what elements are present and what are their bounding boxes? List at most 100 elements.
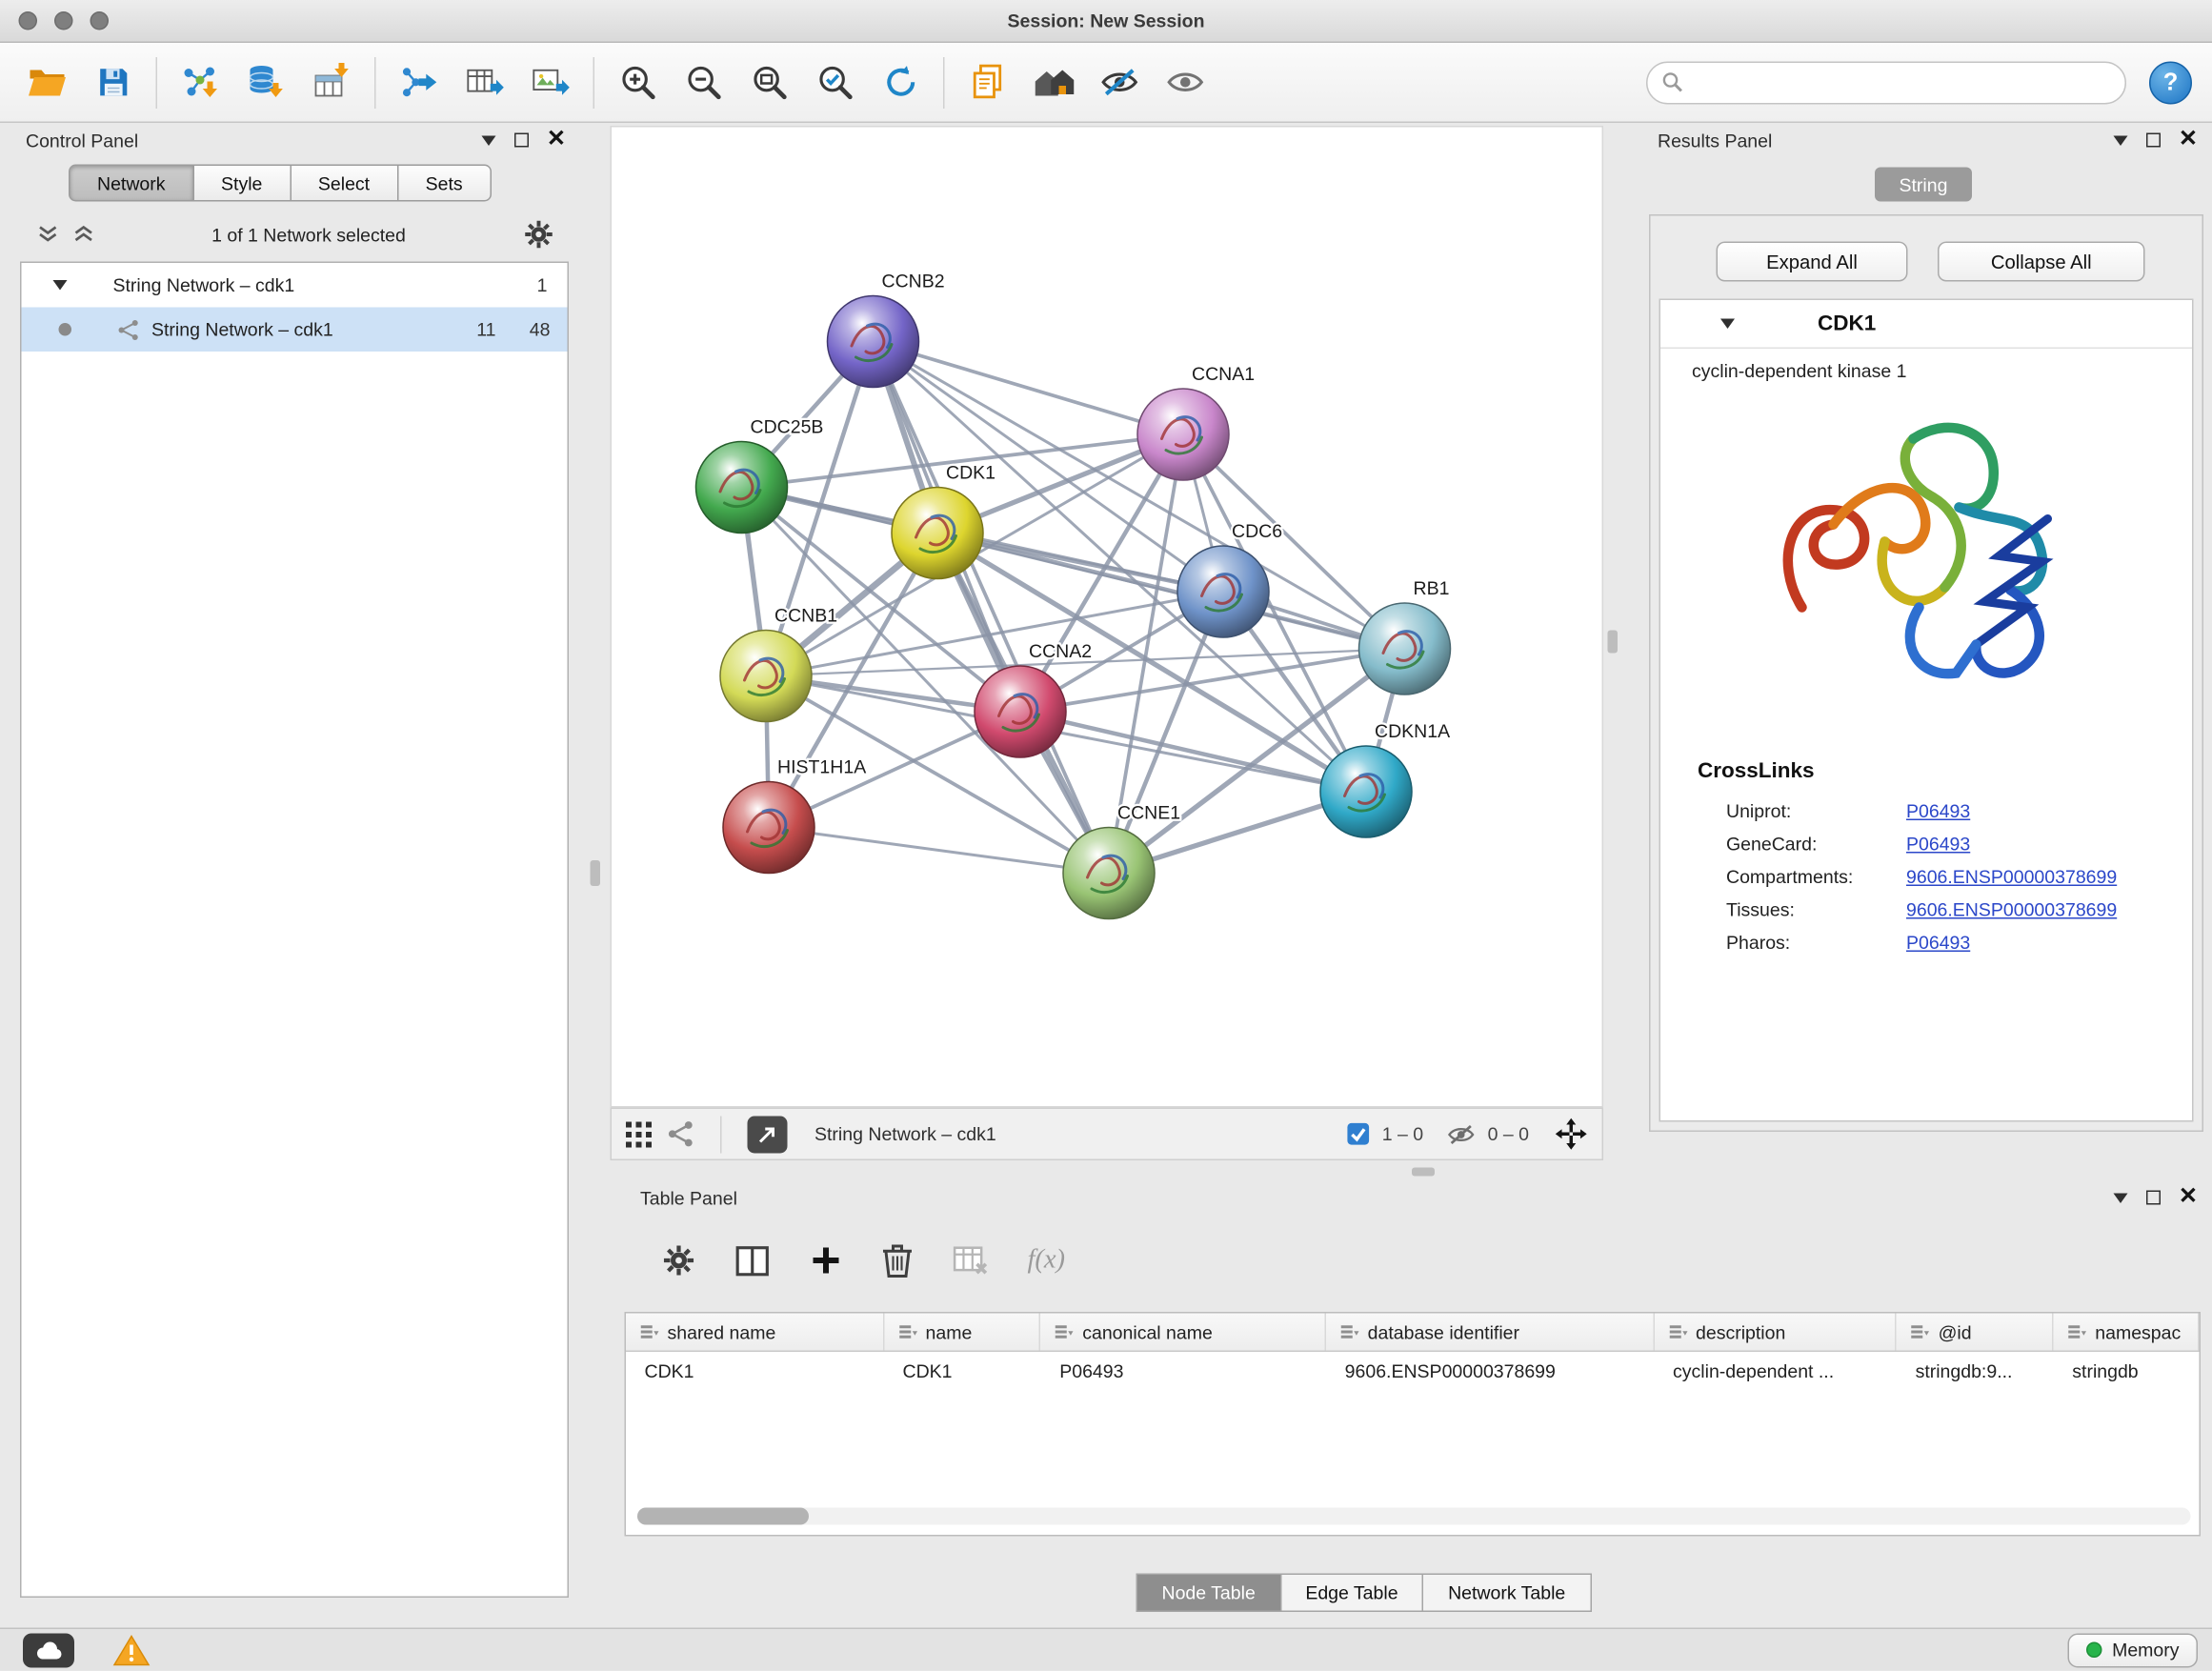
left-splitter-handle[interactable] bbox=[591, 860, 601, 886]
refresh-button[interactable] bbox=[868, 50, 934, 113]
tab-node-table[interactable]: Node Table bbox=[1136, 1574, 1281, 1613]
node-RB1[interactable]: RB1 bbox=[1359, 578, 1451, 695]
annotations-button[interactable] bbox=[955, 50, 1020, 113]
table-row[interactable]: CDK1CDK1P064939606.ENSP00000378699cyclin… bbox=[626, 1352, 2200, 1391]
help-button[interactable]: ? bbox=[2149, 61, 2192, 104]
close-window-button[interactable] bbox=[19, 11, 38, 30]
table-cell[interactable]: stringdb bbox=[2054, 1360, 2200, 1382]
maximize-panel-icon[interactable] bbox=[2145, 133, 2160, 148]
column-header-canonical-name[interactable]: canonical name bbox=[1041, 1314, 1326, 1351]
crosslink-value[interactable]: 9606.ENSP00000378699 bbox=[1906, 866, 2117, 888]
table-from-network-button[interactable] bbox=[452, 50, 517, 113]
crosslink-value[interactable]: P06493 bbox=[1906, 932, 1970, 954]
network-canvas[interactable]: CCNB2CCNA1CDC25BCDK1CDC6RB1CCNB1CCNA2CDK… bbox=[611, 126, 1604, 1108]
export-image-button[interactable] bbox=[517, 50, 583, 113]
share-network-icon[interactable] bbox=[668, 1120, 695, 1148]
close-panel-icon[interactable]: ✕ bbox=[2179, 1186, 2198, 1209]
node-CDC6[interactable]: CDC6 bbox=[1177, 521, 1282, 637]
zoom-in-button[interactable] bbox=[605, 50, 671, 113]
scrollbar-thumb[interactable] bbox=[637, 1508, 809, 1525]
show-all-button[interactable] bbox=[1152, 50, 1217, 113]
node-CCNB2[interactable]: CCNB2 bbox=[828, 272, 945, 388]
maximize-panel-icon[interactable] bbox=[513, 133, 528, 148]
pan-crosshair-icon[interactable] bbox=[1555, 1117, 1588, 1151]
memory-button[interactable]: Memory bbox=[2068, 1633, 2198, 1667]
column-header--id[interactable]: @id bbox=[1897, 1314, 2054, 1351]
minimize-window-button[interactable] bbox=[54, 11, 73, 30]
table-cell[interactable]: P06493 bbox=[1041, 1360, 1326, 1382]
gear-icon[interactable] bbox=[662, 1243, 696, 1278]
horizontal-scrollbar[interactable] bbox=[637, 1508, 2191, 1525]
expand-all-button[interactable]: Expand All bbox=[1717, 242, 1908, 282]
close-panel-icon[interactable]: ✕ bbox=[2179, 129, 2198, 151]
search-input[interactable] bbox=[1692, 71, 2111, 93]
column-header-namespac[interactable]: namespac bbox=[2054, 1314, 2200, 1351]
node-CCNA1[interactable]: CCNA1 bbox=[1137, 364, 1255, 480]
collection-expand-caret[interactable] bbox=[53, 280, 68, 291]
collapse-all-chevron-icon[interactable] bbox=[37, 225, 59, 245]
table-cell[interactable]: CDK1 bbox=[626, 1360, 884, 1382]
column-header-database-identifier[interactable]: database identifier bbox=[1326, 1314, 1654, 1351]
add-column-icon[interactable] bbox=[809, 1243, 843, 1278]
open-session-button[interactable] bbox=[14, 50, 80, 113]
column-header-shared-name[interactable]: shared name bbox=[626, 1314, 884, 1351]
crosslink-value[interactable]: P06493 bbox=[1906, 834, 1970, 856]
string-tab[interactable]: String bbox=[1875, 168, 1972, 202]
tab-select[interactable]: Select bbox=[291, 165, 398, 202]
float-panel-icon[interactable] bbox=[481, 135, 495, 146]
table-cell[interactable]: CDK1 bbox=[884, 1360, 1041, 1382]
crosslink-value[interactable]: P06493 bbox=[1906, 800, 1970, 822]
close-panel-icon[interactable]: ✕ bbox=[547, 129, 566, 151]
zoom-fit-button[interactable] bbox=[736, 50, 802, 113]
open-view-button[interactable] bbox=[748, 1116, 788, 1153]
zoom-out-button[interactable] bbox=[671, 50, 736, 113]
expand-all-chevron-icon[interactable] bbox=[73, 225, 95, 245]
edge-CCNB2-CCNE1[interactable] bbox=[874, 342, 1110, 874]
home-views-button[interactable] bbox=[1020, 50, 1086, 113]
function-builder-button[interactable]: f(x) bbox=[1028, 1245, 1066, 1277]
table-cell[interactable]: 9606.ENSP00000378699 bbox=[1326, 1360, 1654, 1382]
tab-network-table[interactable]: Network Table bbox=[1424, 1574, 1592, 1613]
table-cell[interactable]: cyclin-dependent ... bbox=[1655, 1360, 1898, 1382]
trash-icon[interactable] bbox=[880, 1242, 915, 1279]
float-panel-icon[interactable] bbox=[2113, 1193, 2127, 1203]
tab-network[interactable]: Network bbox=[69, 165, 194, 202]
node-HIST1H1A[interactable]: HIST1H1A bbox=[723, 757, 866, 874]
node-CCNA2[interactable]: CCNA2 bbox=[975, 641, 1092, 757]
right-splitter-handle[interactable] bbox=[1608, 631, 1619, 654]
zoom-selected-button[interactable] bbox=[802, 50, 868, 113]
warnings-button[interactable] bbox=[111, 1633, 151, 1667]
edge-CCNE1-HIST1H1A[interactable] bbox=[769, 828, 1109, 874]
maximize-panel-icon[interactable] bbox=[2145, 1191, 2160, 1205]
delete-table-icon[interactable] bbox=[952, 1242, 991, 1278]
collapse-all-button[interactable]: Collapse All bbox=[1938, 242, 2145, 282]
hide-selected-button[interactable] bbox=[1086, 50, 1152, 113]
import-network-database-button[interactable] bbox=[233, 50, 299, 113]
hidden-eye-slash-icon[interactable] bbox=[1446, 1121, 1477, 1147]
search-box[interactable] bbox=[1646, 61, 2126, 104]
bottom-splitter-handle[interactable] bbox=[1412, 1168, 1435, 1177]
save-session-button[interactable] bbox=[80, 50, 146, 113]
tab-edge-table[interactable]: Edge Table bbox=[1281, 1574, 1424, 1613]
table-cell[interactable]: stringdb:9... bbox=[1897, 1360, 2054, 1382]
selected-checkbox-icon[interactable] bbox=[1346, 1122, 1371, 1147]
network-from-selection-button[interactable] bbox=[386, 50, 452, 113]
column-header-description[interactable]: description bbox=[1655, 1314, 1898, 1351]
tab-sets[interactable]: Sets bbox=[398, 165, 492, 202]
tab-style[interactable]: Style bbox=[194, 165, 292, 202]
node-CDC25B[interactable]: CDC25B bbox=[696, 417, 824, 534]
maximize-window-button[interactable] bbox=[90, 11, 110, 30]
columns-icon[interactable] bbox=[734, 1242, 773, 1278]
gear-icon[interactable] bbox=[523, 219, 554, 251]
section-collapse-caret[interactable] bbox=[1720, 319, 1735, 330]
cloud-button[interactable] bbox=[23, 1633, 74, 1667]
network-row[interactable]: String Network – cdk1 11 48 bbox=[22, 308, 568, 352]
network-collection-row[interactable]: String Network – cdk1 1 bbox=[22, 263, 568, 308]
edge-CCNA2-CDKN1A[interactable] bbox=[1020, 712, 1366, 792]
float-panel-icon[interactable] bbox=[2113, 135, 2127, 146]
column-header-name[interactable]: name bbox=[884, 1314, 1041, 1351]
edge-CCNB2-CCNA1[interactable] bbox=[874, 342, 1184, 435]
import-network-file-button[interactable] bbox=[168, 50, 233, 113]
grid-view-icon[interactable] bbox=[626, 1121, 652, 1147]
crosslink-value[interactable]: 9606.ENSP00000378699 bbox=[1906, 899, 2117, 921]
